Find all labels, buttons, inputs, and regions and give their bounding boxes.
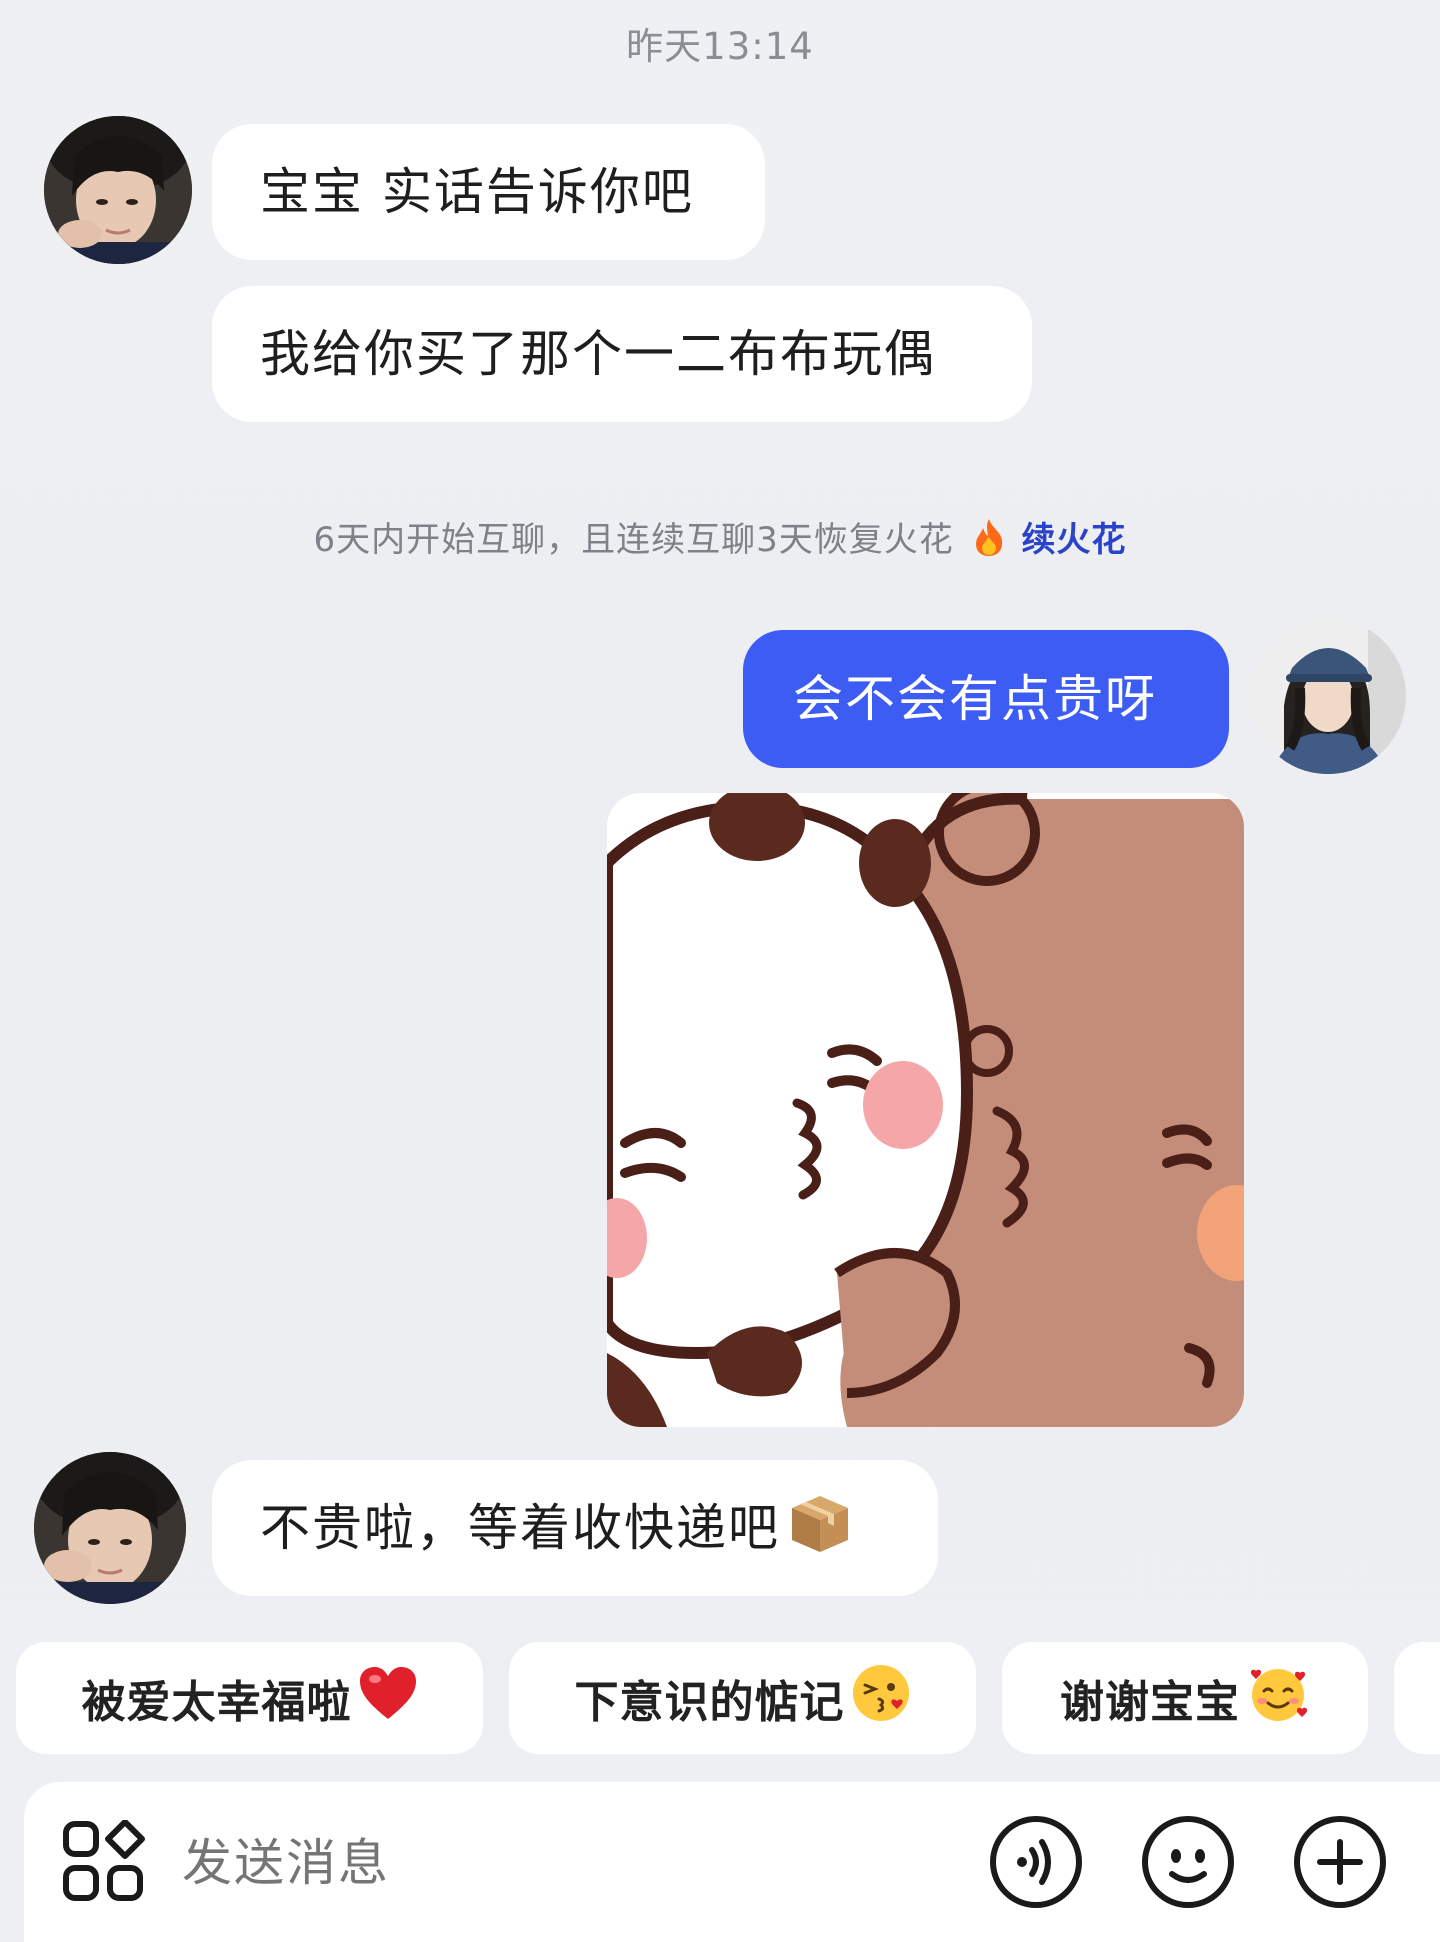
- streak-notice-text: 6天内开始互聊，且连续互聊3天恢复火花: [313, 520, 954, 560]
- quick-reply-chip[interactable]: 被爱太幸福啦: [16, 1642, 483, 1754]
- quick-reply-label: 谢谢宝宝: [1060, 1677, 1240, 1728]
- smiling-face-with-hearts-icon: [1246, 1663, 1310, 1734]
- message-bubble-sent[interactable]: 会不会有点贵呀: [743, 630, 1229, 768]
- contact-avatar[interactable]: [34, 1452, 186, 1604]
- plus-icon[interactable]: [1292, 1814, 1388, 1914]
- fire-icon: [972, 517, 1006, 566]
- contact-avatar[interactable]: [44, 116, 192, 264]
- quick-reply-label: 下意识的惦记: [574, 1677, 845, 1728]
- emoji-icon[interactable]: [1140, 1814, 1236, 1914]
- streak-notice: 6天内开始互聊，且连续互聊3天恢复火花 续火花: [0, 512, 1440, 566]
- quick-reply-label: 被爱太幸福啦: [81, 1677, 352, 1728]
- message-text: 不贵啦，等着收快递吧: [260, 1499, 780, 1557]
- quick-reply-chip-partial[interactable]: [1394, 1642, 1440, 1754]
- red-heart-icon: [358, 1665, 418, 1732]
- message-bubble-received[interactable]: 我给你买了那个一二布布玩偶: [212, 286, 1032, 422]
- quick-reply-chip[interactable]: 谢谢宝宝: [1002, 1642, 1368, 1754]
- quick-reply-row: 被爱太幸福啦 下意识的惦记 谢谢宝宝: [0, 1642, 1440, 1754]
- message-bubble-received[interactable]: 宝宝 实话告诉你吧: [212, 124, 765, 260]
- kissing-face-icon: [851, 1663, 911, 1734]
- package-icon: [788, 1492, 852, 1564]
- message-input-bar: [24, 1782, 1440, 1942]
- kissing-bears-sticker[interactable]: [607, 793, 1244, 1427]
- message-timestamp: 昨天13:14: [626, 25, 814, 68]
- apps-grid-icon[interactable]: [62, 1819, 146, 1908]
- message-input[interactable]: [180, 1822, 984, 1904]
- message-bubble-received[interactable]: 不贵啦，等着收快递吧: [212, 1460, 938, 1596]
- renew-streak-link[interactable]: 续火花: [1021, 520, 1126, 560]
- my-avatar[interactable]: [1250, 618, 1406, 774]
- voice-icon[interactable]: [988, 1814, 1084, 1914]
- quick-reply-chip[interactable]: 下意识的惦记: [509, 1642, 976, 1754]
